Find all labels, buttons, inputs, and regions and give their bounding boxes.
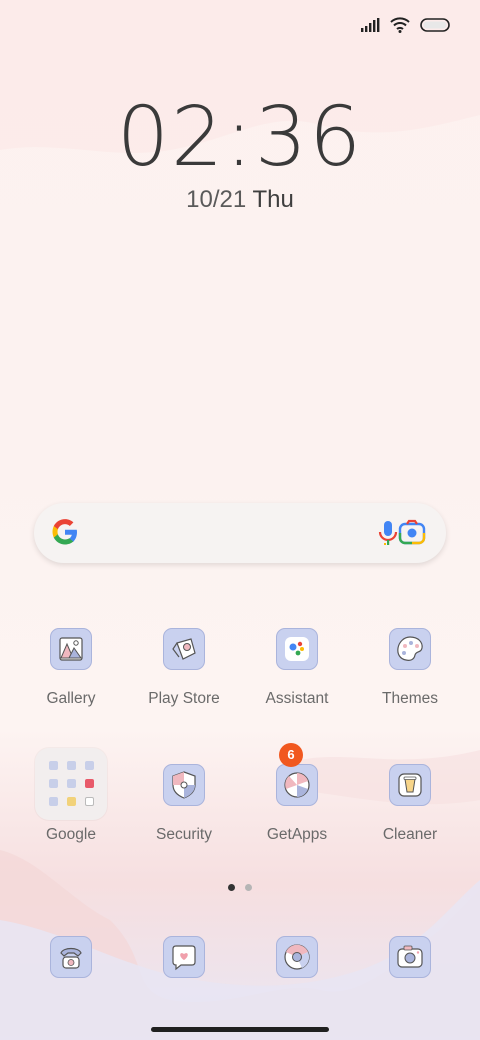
assistant-icon	[276, 628, 318, 670]
camera-lens-icon[interactable]	[398, 519, 426, 552]
clock-date[interactable]: 10/21 Thu	[0, 186, 480, 214]
clock-time[interactable]: 02:36	[0, 90, 480, 185]
app-label: Google	[46, 826, 96, 843]
notification-badge: 6	[279, 743, 303, 767]
app-label: GetApps	[266, 826, 328, 843]
battery-icon	[420, 17, 450, 37]
play-store-icon	[163, 628, 205, 670]
signal-icon	[360, 17, 380, 37]
app-label: Cleaner	[382, 826, 438, 843]
folder-icon	[35, 748, 107, 820]
dock-browser[interactable]	[241, 936, 353, 978]
app-gallery[interactable]: Gallery	[15, 628, 127, 708]
page-indicator[interactable]	[0, 878, 480, 896]
dock-phone[interactable]	[15, 936, 127, 978]
cleaner-icon	[389, 764, 431, 806]
app-security[interactable]: Security	[128, 764, 240, 844]
getapps-icon: 6	[276, 743, 318, 806]
status-bar	[360, 12, 450, 42]
folder-google[interactable]: Google	[15, 748, 127, 844]
wifi-icon	[390, 16, 410, 38]
dock-messages[interactable]	[128, 936, 240, 978]
app-play-store[interactable]: Play Store	[128, 628, 240, 708]
weekday-text: Thu	[252, 186, 294, 213]
page-dot-active	[228, 884, 235, 891]
date-text: 10/21	[186, 186, 247, 213]
themes-icon	[389, 628, 431, 670]
app-getapps[interactable]: 6 GetApps	[241, 743, 353, 844]
app-label: Themes	[382, 690, 438, 707]
app-label: Security	[156, 826, 212, 843]
page-dot	[245, 884, 252, 891]
app-themes[interactable]: Themes	[354, 628, 466, 708]
security-icon	[163, 764, 205, 806]
gesture-nav-bar[interactable]	[151, 1027, 329, 1032]
app-label: Gallery	[46, 690, 96, 707]
phone-icon	[50, 936, 92, 978]
app-label: Play Store	[148, 690, 220, 707]
app-cleaner[interactable]: Cleaner	[354, 764, 466, 844]
messages-icon	[163, 936, 205, 978]
app-assistant[interactable]: Assistant	[241, 628, 353, 708]
browser-icon	[276, 936, 318, 978]
camera-icon	[389, 936, 431, 978]
mic-icon[interactable]	[376, 519, 400, 552]
google-g-icon	[50, 517, 80, 552]
app-label: Assistant	[265, 690, 329, 707]
gallery-icon	[50, 628, 92, 670]
dock-camera[interactable]	[354, 936, 466, 978]
google-search-widget[interactable]	[34, 503, 446, 563]
